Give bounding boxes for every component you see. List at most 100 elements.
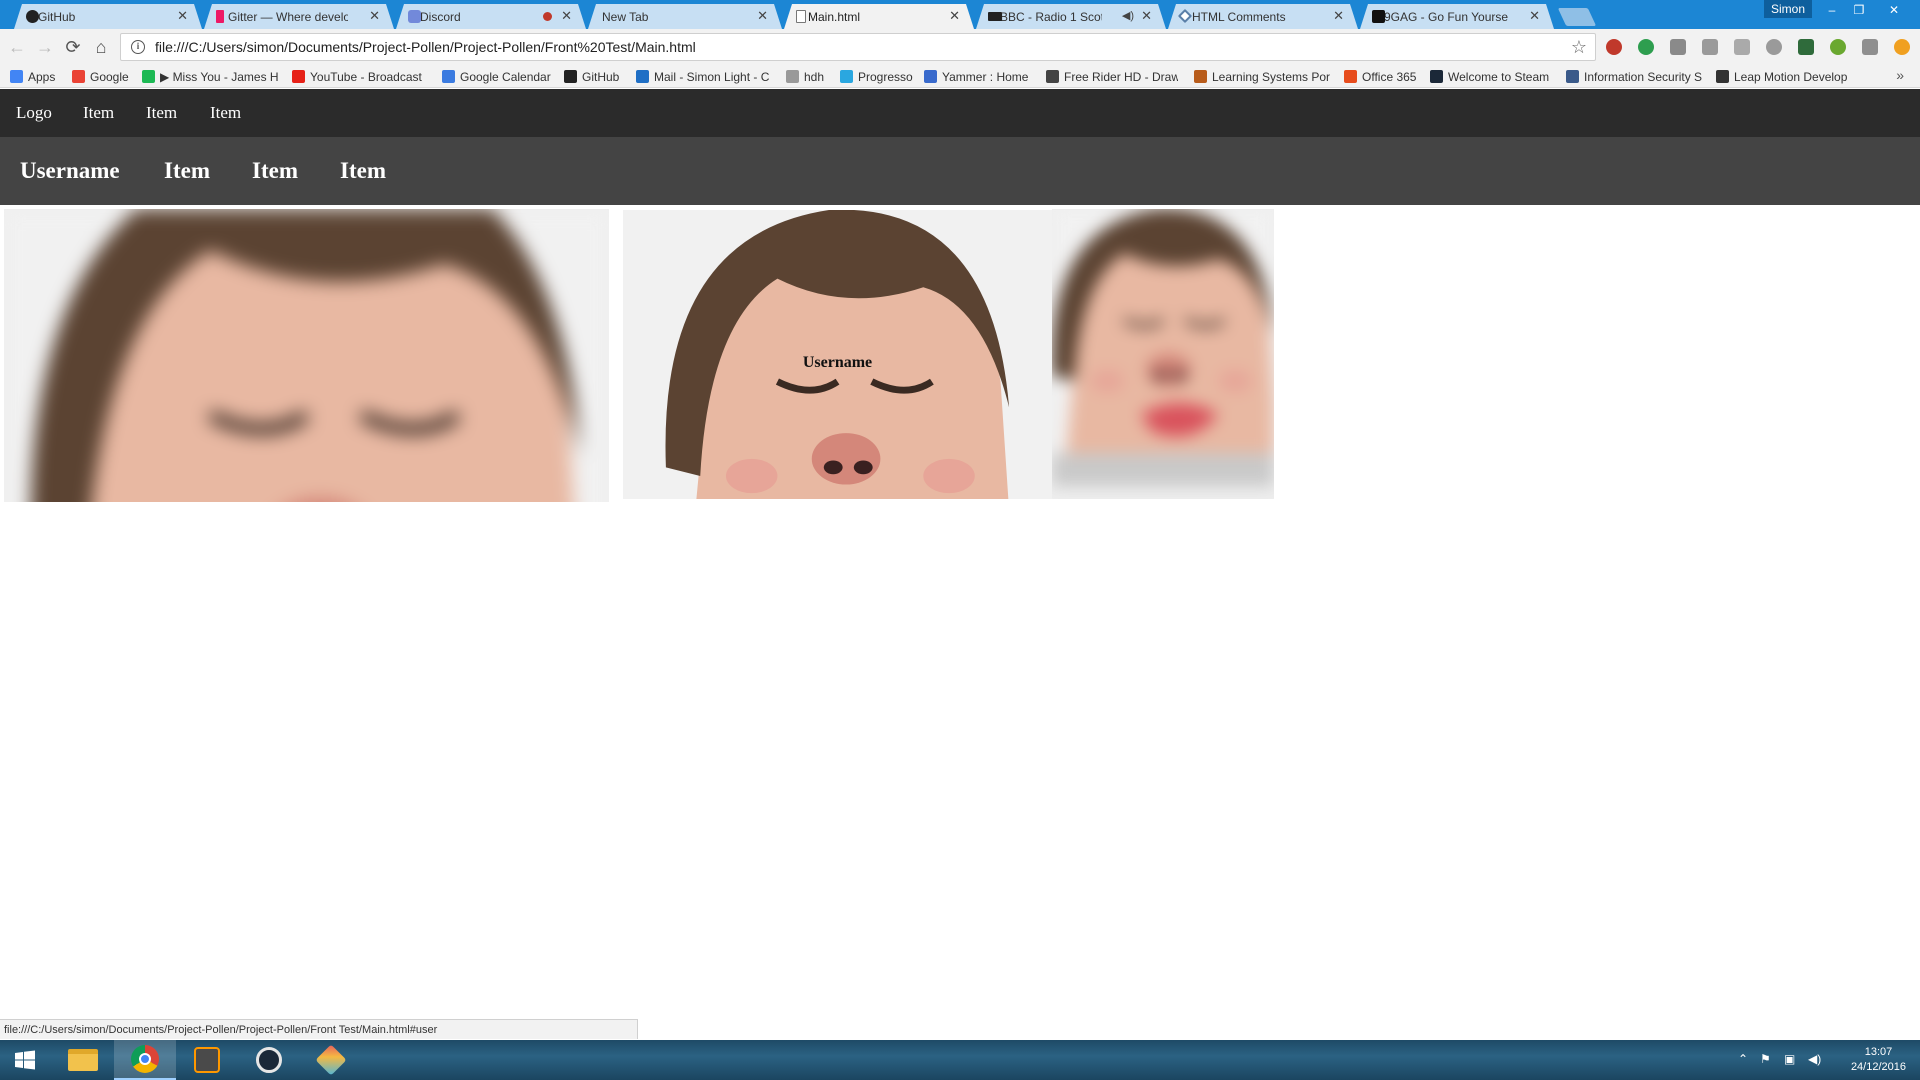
extension-icon[interactable] (1862, 39, 1878, 55)
office-icon (1344, 70, 1357, 83)
chrome-icon (131, 1045, 159, 1073)
browser-toolbar: ← → ⟳ ⌂ i file:///C:/Users/simon/Documen… (0, 29, 1920, 65)
gitkraken-icon (315, 1044, 347, 1076)
tab-github[interactable]: GitHub ✕ (14, 4, 202, 29)
show-hidden-icons-chevron-icon[interactable]: ⌃ (1738, 1052, 1748, 1066)
nav-username[interactable]: Username (20, 137, 120, 205)
bookmark-leap-motion[interactable]: Leap Motion Develop (1716, 68, 1856, 85)
address-bar[interactable]: i file:///C:/Users/simon/Documents/Proje… (120, 33, 1596, 61)
tab-discord[interactable]: Discord ✕ (396, 4, 586, 29)
extension-icon[interactable] (1702, 39, 1718, 55)
info-icon[interactable]: i (131, 40, 145, 54)
apps-grid-icon (10, 70, 23, 83)
url-text[interactable]: file:///C:/Users/simon/Documents/Project… (155, 39, 1571, 55)
close-icon[interactable]: ✕ (177, 8, 188, 24)
bbc-icon (988, 12, 1002, 21)
hangouts-icon[interactable] (1638, 39, 1654, 55)
profile-button[interactable]: Simon (1764, 0, 1812, 18)
nav-item[interactable]: Item (210, 89, 241, 137)
close-icon[interactable]: ✕ (369, 8, 380, 24)
adblock-icon[interactable] (1606, 39, 1622, 55)
taskbar-steam[interactable] (238, 1040, 300, 1080)
profile-photo-blurred-right[interactable] (1052, 209, 1274, 499)
back-button[interactable]: ← (6, 36, 28, 58)
face-image (4, 209, 609, 502)
bookmark-github[interactable]: GitHub (564, 68, 619, 85)
bookmark-label: Google Calendar (460, 69, 551, 84)
home-button[interactable]: ⌂ (90, 36, 112, 58)
close-icon[interactable]: ✕ (949, 8, 960, 24)
bookmark-label: Progresso (858, 69, 913, 84)
close-icon[interactable]: ✕ (1529, 8, 1540, 24)
close-icon[interactable]: ✕ (757, 8, 768, 24)
tab-9gag[interactable]: 9GAG - Go Fun Yourself ✕ (1360, 4, 1554, 29)
tab-title: 9GAG - Go Fun Yourself (1384, 9, 1508, 24)
profile-photo-card[interactable]: Username (623, 210, 1052, 499)
forward-button[interactable]: → (34, 36, 56, 58)
reload-button[interactable]: ⟳ (62, 36, 84, 58)
bookmark-progresso[interactable]: Progresso (840, 68, 913, 85)
restore-button[interactable]: ❐ (1845, 0, 1873, 20)
steam-icon (1430, 70, 1443, 83)
spotify-icon (142, 70, 155, 83)
nav-item[interactable]: Item (340, 137, 386, 205)
system-clock[interactable]: 13:07 24/12/2016 (1851, 1045, 1906, 1075)
extension-icon[interactable] (1798, 39, 1814, 55)
bookmark-star-icon[interactable]: ☆ (1571, 37, 1587, 58)
bookmark-learning-systems[interactable]: Learning Systems Por (1194, 68, 1332, 85)
secondary-nav: Username Item Item Item (0, 137, 1920, 205)
extension-icon[interactable] (1830, 39, 1846, 55)
bookmark-youtube[interactable]: YouTube - Broadcast (292, 68, 426, 85)
extension-icon[interactable] (1766, 39, 1782, 55)
bookmark-google[interactable]: Google (72, 68, 129, 85)
tab-main-html[interactable]: Main.html ✕ (784, 4, 974, 29)
nav-item[interactable]: Item (83, 89, 114, 137)
new-tab-button[interactable] (1557, 8, 1597, 26)
close-icon[interactable]: ✕ (1333, 8, 1344, 24)
bookmark-information-security[interactable]: Information Security S (1566, 68, 1702, 85)
calendar-icon (442, 70, 455, 83)
bookmarks-overflow-chevron-icon[interactable]: » (1896, 67, 1904, 83)
bookmark-miss-you[interactable]: ▶ Miss You - James H (142, 68, 280, 85)
bookmark-label: Yammer : Home (942, 69, 1029, 84)
bookmark-mail[interactable]: Mail - Simon Light - C (636, 68, 772, 85)
taskbar-sublime-text[interactable] (176, 1040, 238, 1080)
nav-item[interactable]: Item (146, 89, 177, 137)
tab-bbc-radio[interactable]: BBC - Radio 1 Scott Mills ◀) ✕ (976, 4, 1166, 29)
close-window-button[interactable]: ✕ (1880, 0, 1908, 20)
bookmarks-bar: Apps Google ▶ Miss You - James H YouTube… (0, 65, 1920, 88)
volume-icon[interactable]: ◀) (1808, 1052, 1821, 1066)
taskbar-chrome[interactable] (114, 1040, 176, 1080)
nav-item[interactable]: Item (252, 137, 298, 205)
bookmark-office-365[interactable]: Office 365 (1344, 68, 1416, 85)
tab-new-tab[interactable]: New Tab ✕ (588, 4, 782, 29)
clock-time: 13:07 (1864, 1046, 1893, 1058)
sublime-text-icon (194, 1047, 220, 1073)
nav-item[interactable]: Item (164, 137, 210, 205)
bookmark-label: GitHub (582, 69, 620, 84)
bookmark-apps[interactable]: Apps (10, 68, 55, 85)
tab-html-comments[interactable]: HTML Comments ✕ (1168, 4, 1358, 29)
taskbar-gitkraken[interactable] (300, 1040, 362, 1080)
bookmark-steam[interactable]: Welcome to Steam (1430, 68, 1549, 85)
taskbar-file-explorer[interactable] (52, 1040, 114, 1080)
extension-icon[interactable] (1670, 39, 1686, 55)
start-button[interactable] (0, 1040, 50, 1080)
recording-icon (543, 12, 552, 21)
minimize-button[interactable]: – (1818, 0, 1846, 20)
extension-icon[interactable] (1734, 39, 1750, 55)
nav-logo[interactable]: Logo (16, 89, 52, 137)
flag-icon[interactable]: ⚑ (1760, 1052, 1771, 1066)
tab-title: New Tab (602, 9, 649, 24)
close-icon[interactable]: ✕ (1141, 8, 1152, 24)
bookmark-yammer[interactable]: Yammer : Home (924, 68, 1028, 85)
page-icon (796, 10, 806, 23)
close-icon[interactable]: ✕ (561, 8, 572, 24)
bookmark-hdh[interactable]: hdh (786, 68, 824, 85)
bookmark-google-calendar[interactable]: Google Calendar (442, 68, 551, 85)
network-icon[interactable]: ▣ (1784, 1052, 1795, 1066)
tab-gitter[interactable]: Gitter — Where developers ✕ (204, 4, 394, 29)
bookmark-free-rider[interactable]: Free Rider HD - Draw (1046, 68, 1178, 85)
notification-icon[interactable] (1894, 39, 1910, 55)
profile-photo-blurred-left[interactable] (4, 209, 609, 502)
